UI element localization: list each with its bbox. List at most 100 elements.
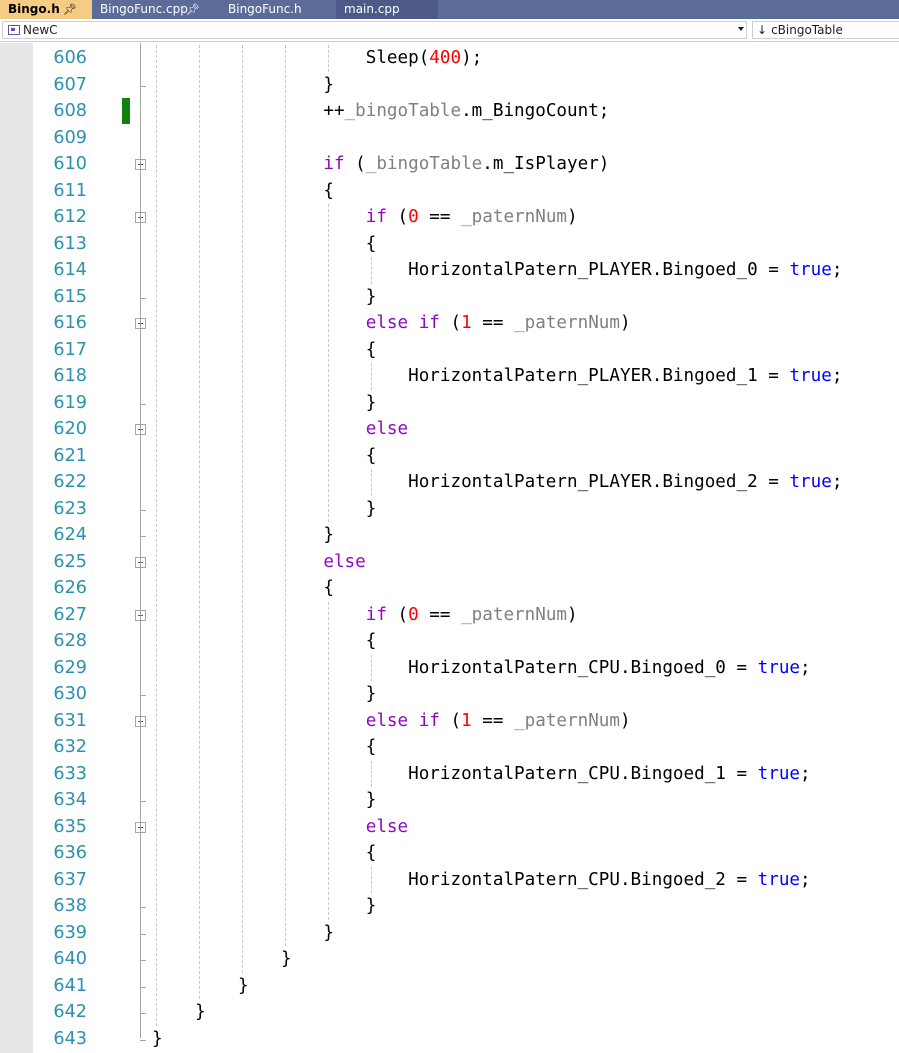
indent-guide (371, 654, 372, 681)
line-code: else (281, 549, 365, 576)
code-line[interactable]: 618 HorizontalPatern_PLAYER.Bingoed_1 = … (0, 363, 899, 390)
code-line[interactable]: 606 Sleep(400); (0, 45, 899, 72)
line-code: else (281, 814, 408, 841)
token-text: ) (620, 313, 631, 333)
token-kwc: if (418, 710, 440, 731)
outline-line (140, 43, 141, 1038)
token-text: ( (344, 154, 366, 174)
token-text: .m_BingoCount; (461, 101, 610, 121)
token-text: HorizontalPatern_PLAYER.Bingoed_1 = (281, 366, 790, 386)
line-number: 613 (53, 233, 87, 254)
code-line[interactable]: 632 { (0, 734, 899, 761)
token-num: 0 (408, 604, 419, 625)
member-arrow-icon: ↓ (757, 23, 768, 37)
line-number: 608 (53, 101, 87, 121)
code-line[interactable]: 621 { (0, 443, 899, 470)
scope-dropdown[interactable]: NewC (2, 21, 747, 39)
outline-end-tick (140, 695, 146, 696)
tab-bingofunc-cpp[interactable]: BingoFunc.cpp 📌︎ (92, 0, 220, 19)
token-text: HorizontalPatern_CPU.Bingoed_2 = (281, 869, 758, 890)
code-line[interactable]: 614 HorizontalPatern_PLAYER.Bingoed_0 = … (0, 257, 899, 284)
token-text: } (238, 975, 249, 996)
token-var: _paternNum (461, 207, 568, 227)
token-text: ; (800, 657, 811, 678)
code-line[interactable]: 613 { (0, 231, 899, 258)
code-editor[interactable]: 606 Sleep(400); 607 } 608 ++_bingoTable.m_… (0, 43, 899, 1053)
member-dropdown[interactable]: ↓ cBingoTable (752, 21, 899, 39)
line-code: HorizontalPatern_PLAYER.Bingoed_2 = true… (281, 469, 842, 496)
outline-end-tick (140, 85, 146, 87)
code-line[interactable]: 640} (0, 946, 899, 973)
token-kwc: if (323, 154, 345, 174)
tab-bingofunc-h[interactable]: BingoFunc.h (220, 0, 336, 19)
line-number: 618 (53, 366, 87, 386)
code-line[interactable]: 638 } (0, 893, 899, 920)
line-number: 641 (53, 975, 87, 996)
token-kw: true (757, 763, 801, 784)
code-line[interactable]: 641} (0, 973, 899, 1000)
document-tab-strip: Bingo.h 📌︎ BingoFunc.cpp 📌︎ BingoFunc.h … (0, 0, 899, 19)
code-line[interactable]: 622 HorizontalPatern_PLAYER.Bingoed_2 = … (0, 469, 899, 496)
token-kwc: if (365, 604, 387, 625)
line-number: 635 (53, 816, 87, 837)
line-number: 628 (53, 631, 87, 651)
indent-guide (371, 866, 372, 893)
chevron-down-icon[interactable] (738, 27, 744, 31)
code-line[interactable]: 615 } (0, 284, 899, 311)
line-number: 619 (53, 392, 87, 413)
line-number: 612 (53, 207, 87, 227)
line-number: 632 (53, 737, 87, 757)
line-code: HorizontalPatern_PLAYER.Bingoed_0 = true… (281, 257, 842, 284)
code-line[interactable]: 639 } (0, 920, 899, 947)
token-text: ( (439, 313, 462, 333)
pin-icon[interactable]: 📌︎ (63, 0, 77, 19)
outline-end-tick (140, 536, 146, 537)
tab-bingo-h[interactable]: Bingo.h 📌︎ (0, 0, 92, 19)
line-number: 634 (53, 790, 87, 810)
token-text: ) (567, 207, 578, 227)
code-line[interactable]: 611 { (0, 178, 899, 205)
outline-end-tick (140, 960, 146, 961)
indent-guide (371, 363, 372, 390)
token-text: ++ (281, 101, 345, 121)
line-number: 630 (53, 684, 87, 704)
line-number: 640 (53, 949, 87, 969)
code-line[interactable]: 633 HorizontalPatern_CPU.Bingoed_1 = tru… (0, 761, 899, 788)
indent-guide (371, 760, 372, 787)
line-number: 624 (53, 525, 87, 545)
code-line[interactable]: 619 } (0, 390, 899, 417)
line-number: 616 (53, 313, 87, 333)
code-line[interactable]: 629 HorizontalPatern_CPU.Bingoed_0 = tru… (0, 655, 899, 682)
code-line[interactable]: 634 } (0, 787, 899, 814)
code-line[interactable]: 623 } (0, 496, 899, 523)
tab-main-cpp[interactable]: main.cpp (336, 0, 438, 19)
code-line[interactable]: 628 { (0, 628, 899, 655)
line-number: 615 (53, 286, 87, 307)
code-line[interactable]: 630 } (0, 681, 899, 708)
line-number: 625 (53, 551, 87, 572)
pin-icon[interactable]: 📌︎ (186, 0, 200, 19)
line-code: else (281, 416, 408, 443)
code-line[interactable]: 607 } (0, 72, 899, 99)
code-line[interactable]: 624 } (0, 522, 899, 549)
token-text: == (418, 207, 462, 227)
code-line[interactable]: 643} (0, 1026, 899, 1053)
token-text: } (195, 1002, 206, 1022)
token-text: ; (800, 763, 811, 784)
outline-end-tick (140, 907, 146, 908)
token-kwc: else (365, 419, 409, 439)
code-line[interactable]: 608 ++_bingoTable.m_BingoCount; (0, 98, 899, 125)
token-kw: true (757, 657, 801, 678)
code-line[interactable]: 642} (0, 999, 899, 1026)
code-line[interactable]: 626 { (0, 575, 899, 602)
indent-guide (328, 601, 329, 920)
code-line[interactable]: 609 (0, 125, 899, 152)
code-line[interactable]: 637 HorizontalPatern_CPU.Bingoed_2 = tru… (0, 867, 899, 894)
code-line[interactable]: 636 { (0, 840, 899, 867)
tab-label: main.cpp (344, 2, 400, 16)
token-text: ) (620, 710, 631, 731)
code-line[interactable]: 617 { (0, 337, 899, 364)
